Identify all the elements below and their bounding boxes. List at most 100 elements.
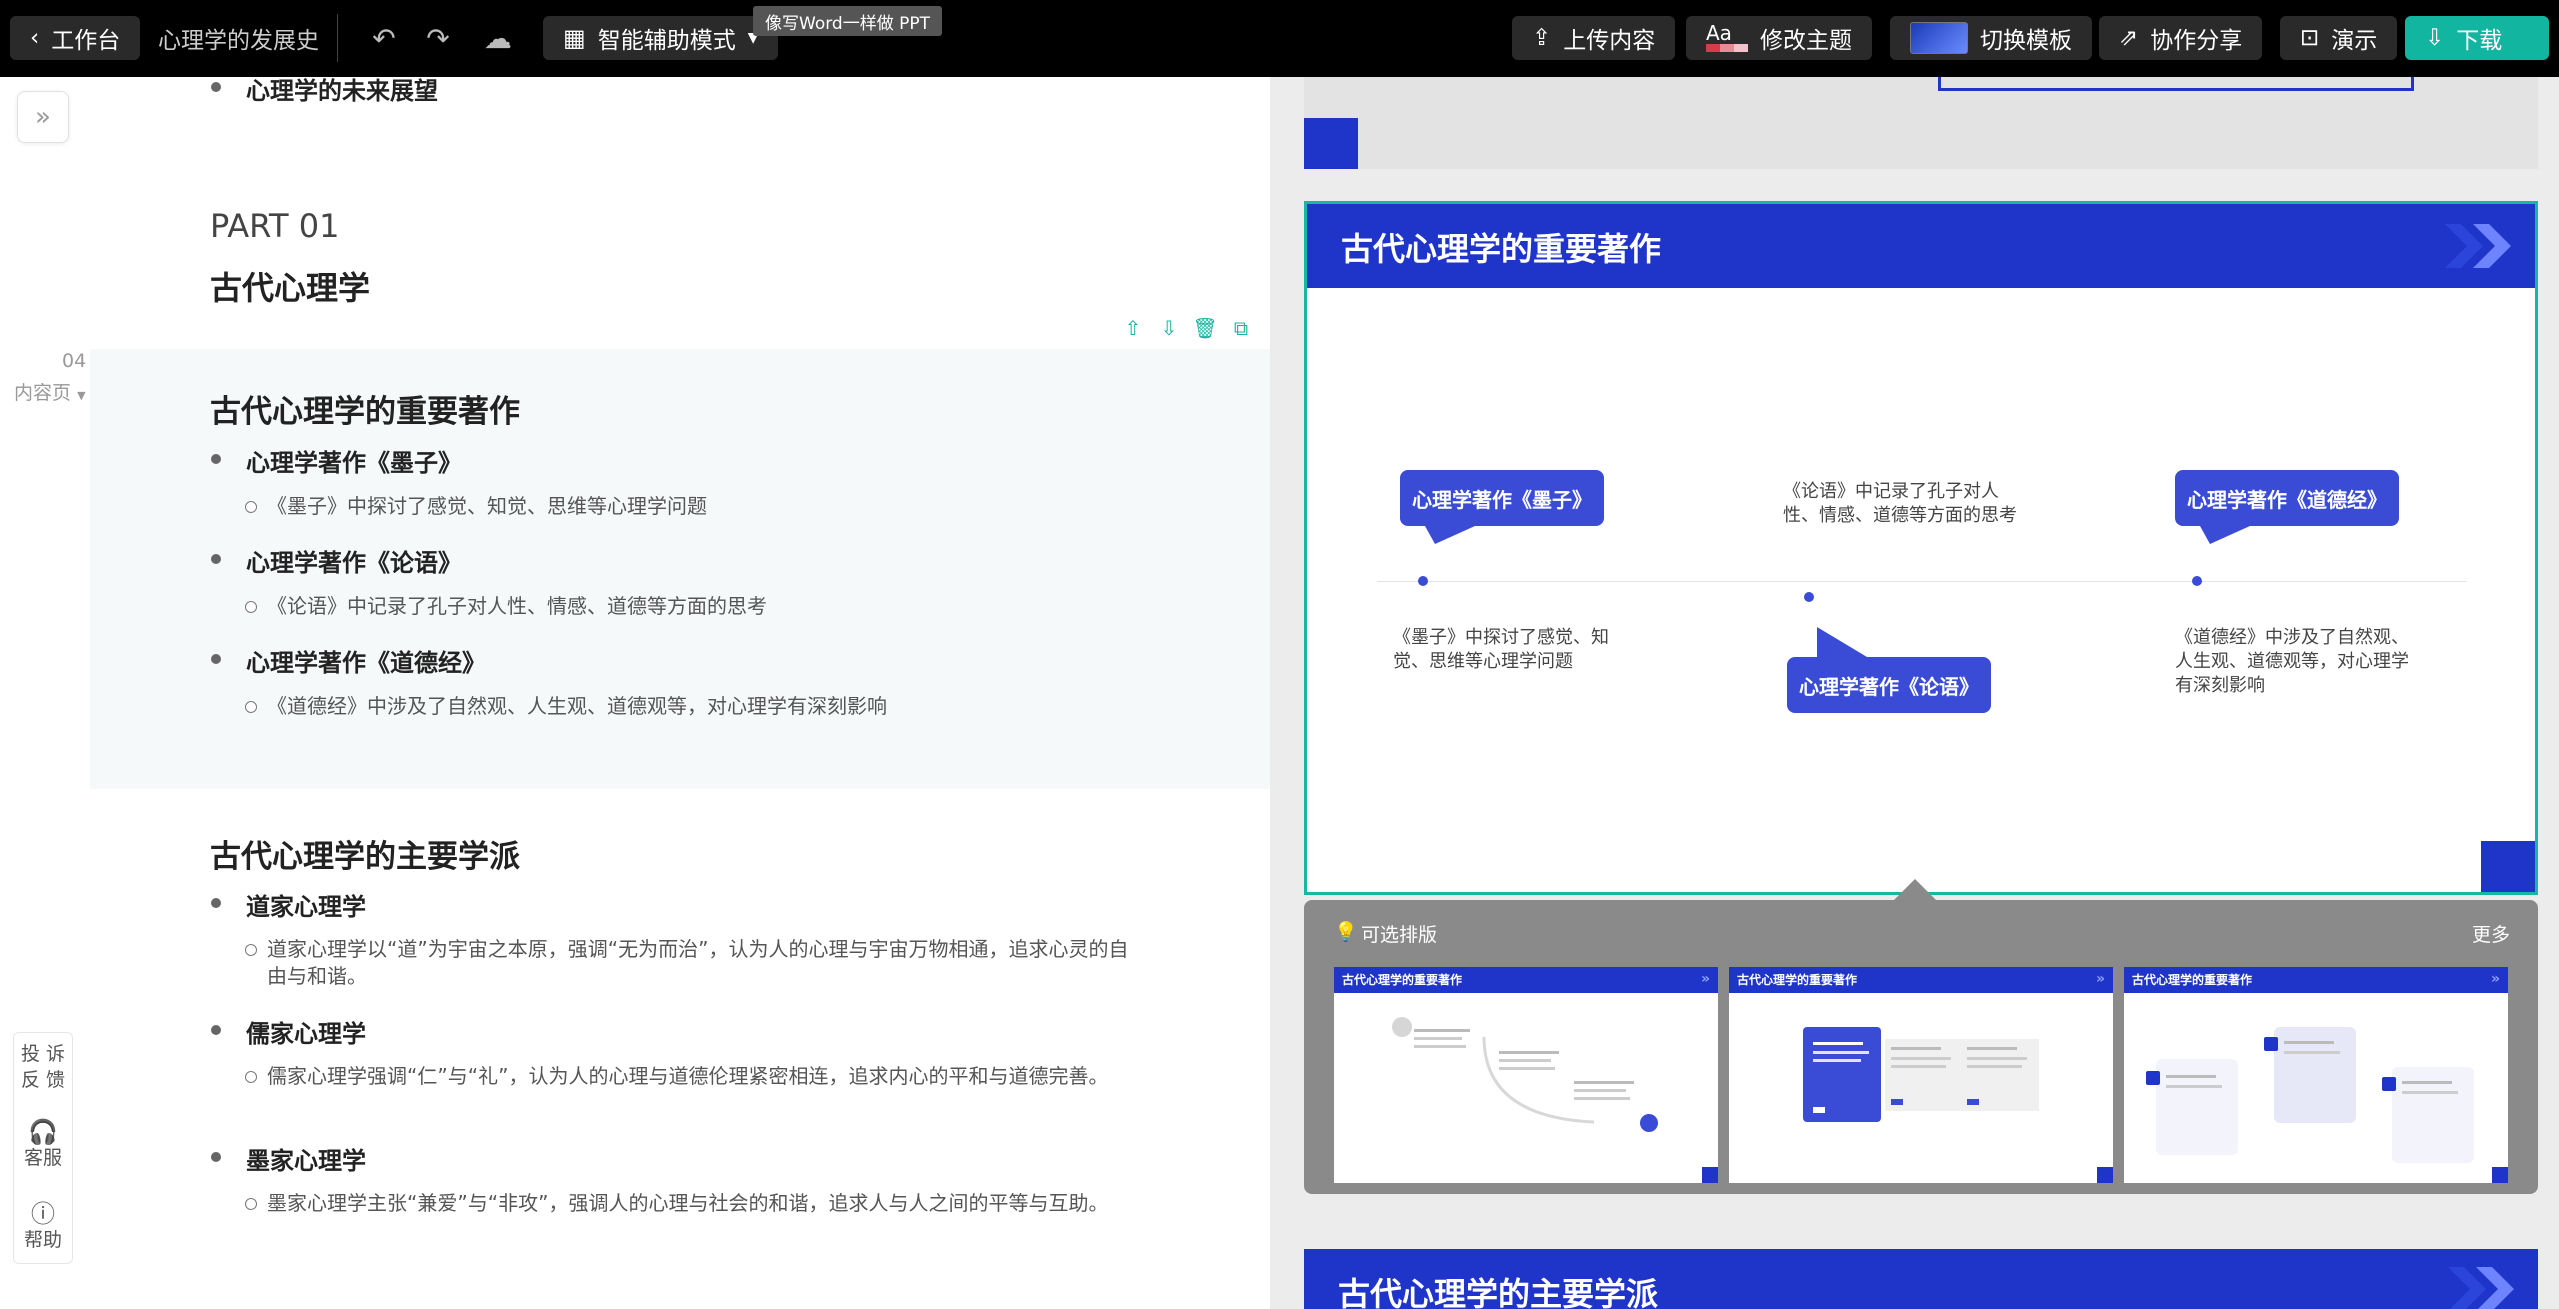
timeline-dot bbox=[1804, 592, 1814, 602]
upload-icon: ⇪ bbox=[1532, 25, 1552, 51]
mode-label: 智能辅助模式 bbox=[597, 28, 736, 54]
switch-template-button[interactable]: 切换模板 bbox=[1890, 16, 2092, 60]
side-help-panel: 投 诉 反 馈 🎧 客服 ⓘ 帮助 bbox=[13, 1032, 73, 1264]
undo-icon[interactable]: ↶ bbox=[368, 22, 400, 55]
caret-down-icon: ▼ bbox=[77, 389, 86, 402]
part-label[interactable]: PART 01 bbox=[210, 207, 339, 245]
bullet bbox=[211, 554, 221, 564]
outline-item[interactable]: 墨家心理学 bbox=[246, 1141, 366, 1176]
duplicate-icon[interactable]: ⧉ bbox=[1230, 316, 1252, 340]
download-icon: ⇩ bbox=[2425, 25, 2445, 51]
callout-lunyu[interactable]: 心理学著作《论语》 bbox=[1787, 657, 1991, 713]
template-label: 切换模板 bbox=[1980, 28, 2072, 54]
callout-tail bbox=[1425, 526, 1475, 544]
sub-bullet bbox=[245, 944, 257, 956]
outline-item[interactable]: 心理学著作《墨子》 bbox=[246, 443, 462, 478]
template-thumbnail-icon bbox=[1910, 22, 1968, 54]
cloud-sync-icon[interactable]: ☁ bbox=[482, 22, 514, 55]
slide-text-mozi[interactable]: 《墨子》中探讨了感觉、知觉、思维等心理学问题 bbox=[1393, 626, 1633, 674]
slide-corner-decoration bbox=[2481, 841, 2535, 892]
outline-item[interactable]: 心理学著作《论语》 bbox=[246, 543, 462, 578]
download-button[interactable]: ⇩ 下载 bbox=[2405, 16, 2549, 60]
move-down-icon[interactable]: ⇩ bbox=[1158, 316, 1180, 340]
layout-option-1[interactable]: 古代心理学的重要著作 » bbox=[1334, 967, 1718, 1183]
present-button[interactable]: ⊡ 演示 bbox=[2280, 16, 2398, 60]
page-type-dropdown[interactable]: 内容页 ▼ bbox=[14, 378, 86, 405]
layout-panel-title: 可选排版 bbox=[1361, 924, 1438, 946]
thumb-corner bbox=[2097, 1167, 2113, 1183]
outline-detail[interactable]: 墨家心理学主张“兼爱”与“非攻”，强调人的心理与社会的和谐，追求人与人之间的平等… bbox=[267, 1190, 1137, 1217]
sub-bullet bbox=[245, 701, 257, 713]
change-theme-button[interactable]: Aa 修改主题 bbox=[1686, 16, 1872, 60]
current-slide[interactable]: 古代心理学的重要著作 心理学著作《墨子》 《墨子》中探讨了感觉、知觉、思维等心理… bbox=[1304, 201, 2538, 895]
slide-header: 古代心理学的重要著作 bbox=[1307, 204, 2535, 288]
chevron-left-icon: ‹ bbox=[30, 25, 40, 51]
outline-item[interactable]: 儒家心理学 bbox=[246, 1014, 366, 1049]
outline-item[interactable]: 心理学著作《道德经》 bbox=[246, 643, 486, 678]
divider bbox=[337, 14, 338, 62]
sub-bullet bbox=[245, 1198, 257, 1210]
thumb-corner bbox=[2492, 1167, 2508, 1183]
redo-icon[interactable]: ↷ bbox=[422, 22, 454, 55]
slide-preview-pane: 古代心理学的重要著作 心理学著作《墨子》 《墨子》中探讨了感觉、知觉、思维等心理… bbox=[1270, 77, 2559, 1309]
move-up-icon[interactable]: ⇧ bbox=[1122, 316, 1144, 340]
outline-editor: » 心理学的未来展望 PART 01 古代心理学 04 内容页 ▼ ⇧ ⇩ 🗑 … bbox=[0, 77, 1270, 1309]
slide-text-daodejing[interactable]: 《道德经》中涉及了自然观、人生观、道德观等，对心理学有深刻影响 bbox=[2175, 626, 2425, 698]
upload-content-button[interactable]: ⇪ 上传内容 bbox=[1512, 16, 1676, 60]
upload-label: 上传内容 bbox=[1563, 28, 1656, 54]
layout-option-2[interactable]: 古代心理学的重要著作 » bbox=[1729, 967, 2113, 1183]
slide-text-lunyu[interactable]: 《论语》中记录了孔子对人性、情感、道德等方面的思考 bbox=[1783, 480, 2023, 528]
outline-detail[interactable]: 《墨子》中探讨了感觉、知觉、思维等心理学问题 bbox=[267, 493, 1167, 520]
share-icon: ⇗ bbox=[2119, 25, 2139, 51]
timeline-line bbox=[1377, 581, 2467, 582]
double-chevron-right-icon: » bbox=[35, 102, 51, 132]
part-title[interactable]: 古代心理学 bbox=[210, 263, 370, 309]
expand-sidebar-button[interactable]: » bbox=[17, 91, 69, 143]
more-layouts-link[interactable]: 更多 bbox=[2472, 920, 2510, 947]
present-label: 演示 bbox=[2331, 28, 2378, 54]
theme-label: 修改主题 bbox=[1760, 28, 1852, 54]
slide-title: 古代心理学的重要著作 bbox=[1341, 230, 1662, 268]
feedback-button[interactable]: 投 诉 反 馈 bbox=[14, 1041, 72, 1093]
next-slide[interactable]: 古代心理学的主要学派 bbox=[1304, 1249, 2538, 1309]
bullet bbox=[211, 654, 221, 664]
callout-tail bbox=[1817, 627, 1867, 657]
callout-mozi[interactable]: 心理学著作《墨子》 bbox=[1400, 470, 1604, 526]
help-button[interactable]: ⓘ 帮助 bbox=[14, 1201, 72, 1253]
next-slide-title: 古代心理学的主要学派 bbox=[1338, 1275, 1659, 1309]
bullet bbox=[211, 82, 221, 92]
outline-item[interactable]: 道家心理学 bbox=[246, 887, 366, 922]
bullet bbox=[211, 454, 221, 464]
layout-option-3[interactable]: 古代心理学的重要著作 » bbox=[2124, 967, 2508, 1183]
double-chevron-decoration-icon bbox=[2445, 224, 2511, 268]
mode-dropdown[interactable]: ▦ 智能辅助模式 ▼ bbox=[543, 16, 779, 60]
section-title[interactable]: 古代心理学的重要著作 bbox=[210, 386, 520, 431]
mode-tooltip: 像写Word一样做 PPT bbox=[753, 6, 942, 36]
document-title[interactable]: 心理学的发展史 bbox=[158, 16, 319, 60]
block-toolbar: ⇧ ⇩ 🗑 ⧉ bbox=[1122, 316, 1252, 340]
back-label: 工作台 bbox=[51, 28, 121, 54]
delete-icon[interactable]: 🗑 bbox=[1192, 316, 1217, 340]
top-bar: ‹ 工作台 心理学的发展史 ↶ ↷ ☁ ▦ 智能辅助模式 ▼ 像写Word一样做… bbox=[0, 0, 2559, 77]
back-to-workbench-button[interactable]: ‹ 工作台 bbox=[10, 16, 141, 60]
customer-service-button[interactable]: 🎧 客服 bbox=[14, 1119, 72, 1171]
service-label: 客服 bbox=[23, 1147, 62, 1169]
section-title[interactable]: 古代心理学的主要学派 bbox=[210, 831, 520, 876]
bullet bbox=[211, 1025, 221, 1035]
page-type-label: 内容页 bbox=[14, 382, 72, 404]
share-button[interactable]: ⇗ 协作分享 bbox=[2099, 16, 2263, 60]
layout-1-illustration bbox=[1392, 1017, 1658, 1132]
help-label: 帮助 bbox=[23, 1229, 62, 1251]
layout-3-illustration bbox=[2146, 1027, 2474, 1163]
outline-detail[interactable]: 《道德经》中涉及了自然观、人生观、道德观等，对心理学有深刻影响 bbox=[267, 693, 1167, 720]
sub-bullet bbox=[245, 601, 257, 613]
layout-2-illustration bbox=[1803, 1027, 2039, 1122]
outline-detail[interactable]: 《论语》中记录了孔子对人性、情感、道德等方面的思考 bbox=[267, 593, 1167, 620]
callout-daodejing[interactable]: 心理学著作《道德经》 bbox=[2175, 470, 2399, 526]
outline-detail[interactable]: 儒家心理学强调“仁”与“礼”，认为人的心理与道德伦理紧密相连，追求内心的平和与道… bbox=[267, 1063, 1137, 1090]
present-icon: ⊡ bbox=[2300, 25, 2320, 51]
outline-detail[interactable]: 道家心理学以“道”为宇宙之本原，强调“无为而治”，认为人的心理与宇宙万物相通，追… bbox=[267, 936, 1137, 990]
outline-item-future[interactable]: 心理学的未来展望 bbox=[246, 77, 438, 106]
download-label: 下载 bbox=[2456, 28, 2503, 54]
layout-panel-pointer bbox=[1893, 879, 1937, 901]
